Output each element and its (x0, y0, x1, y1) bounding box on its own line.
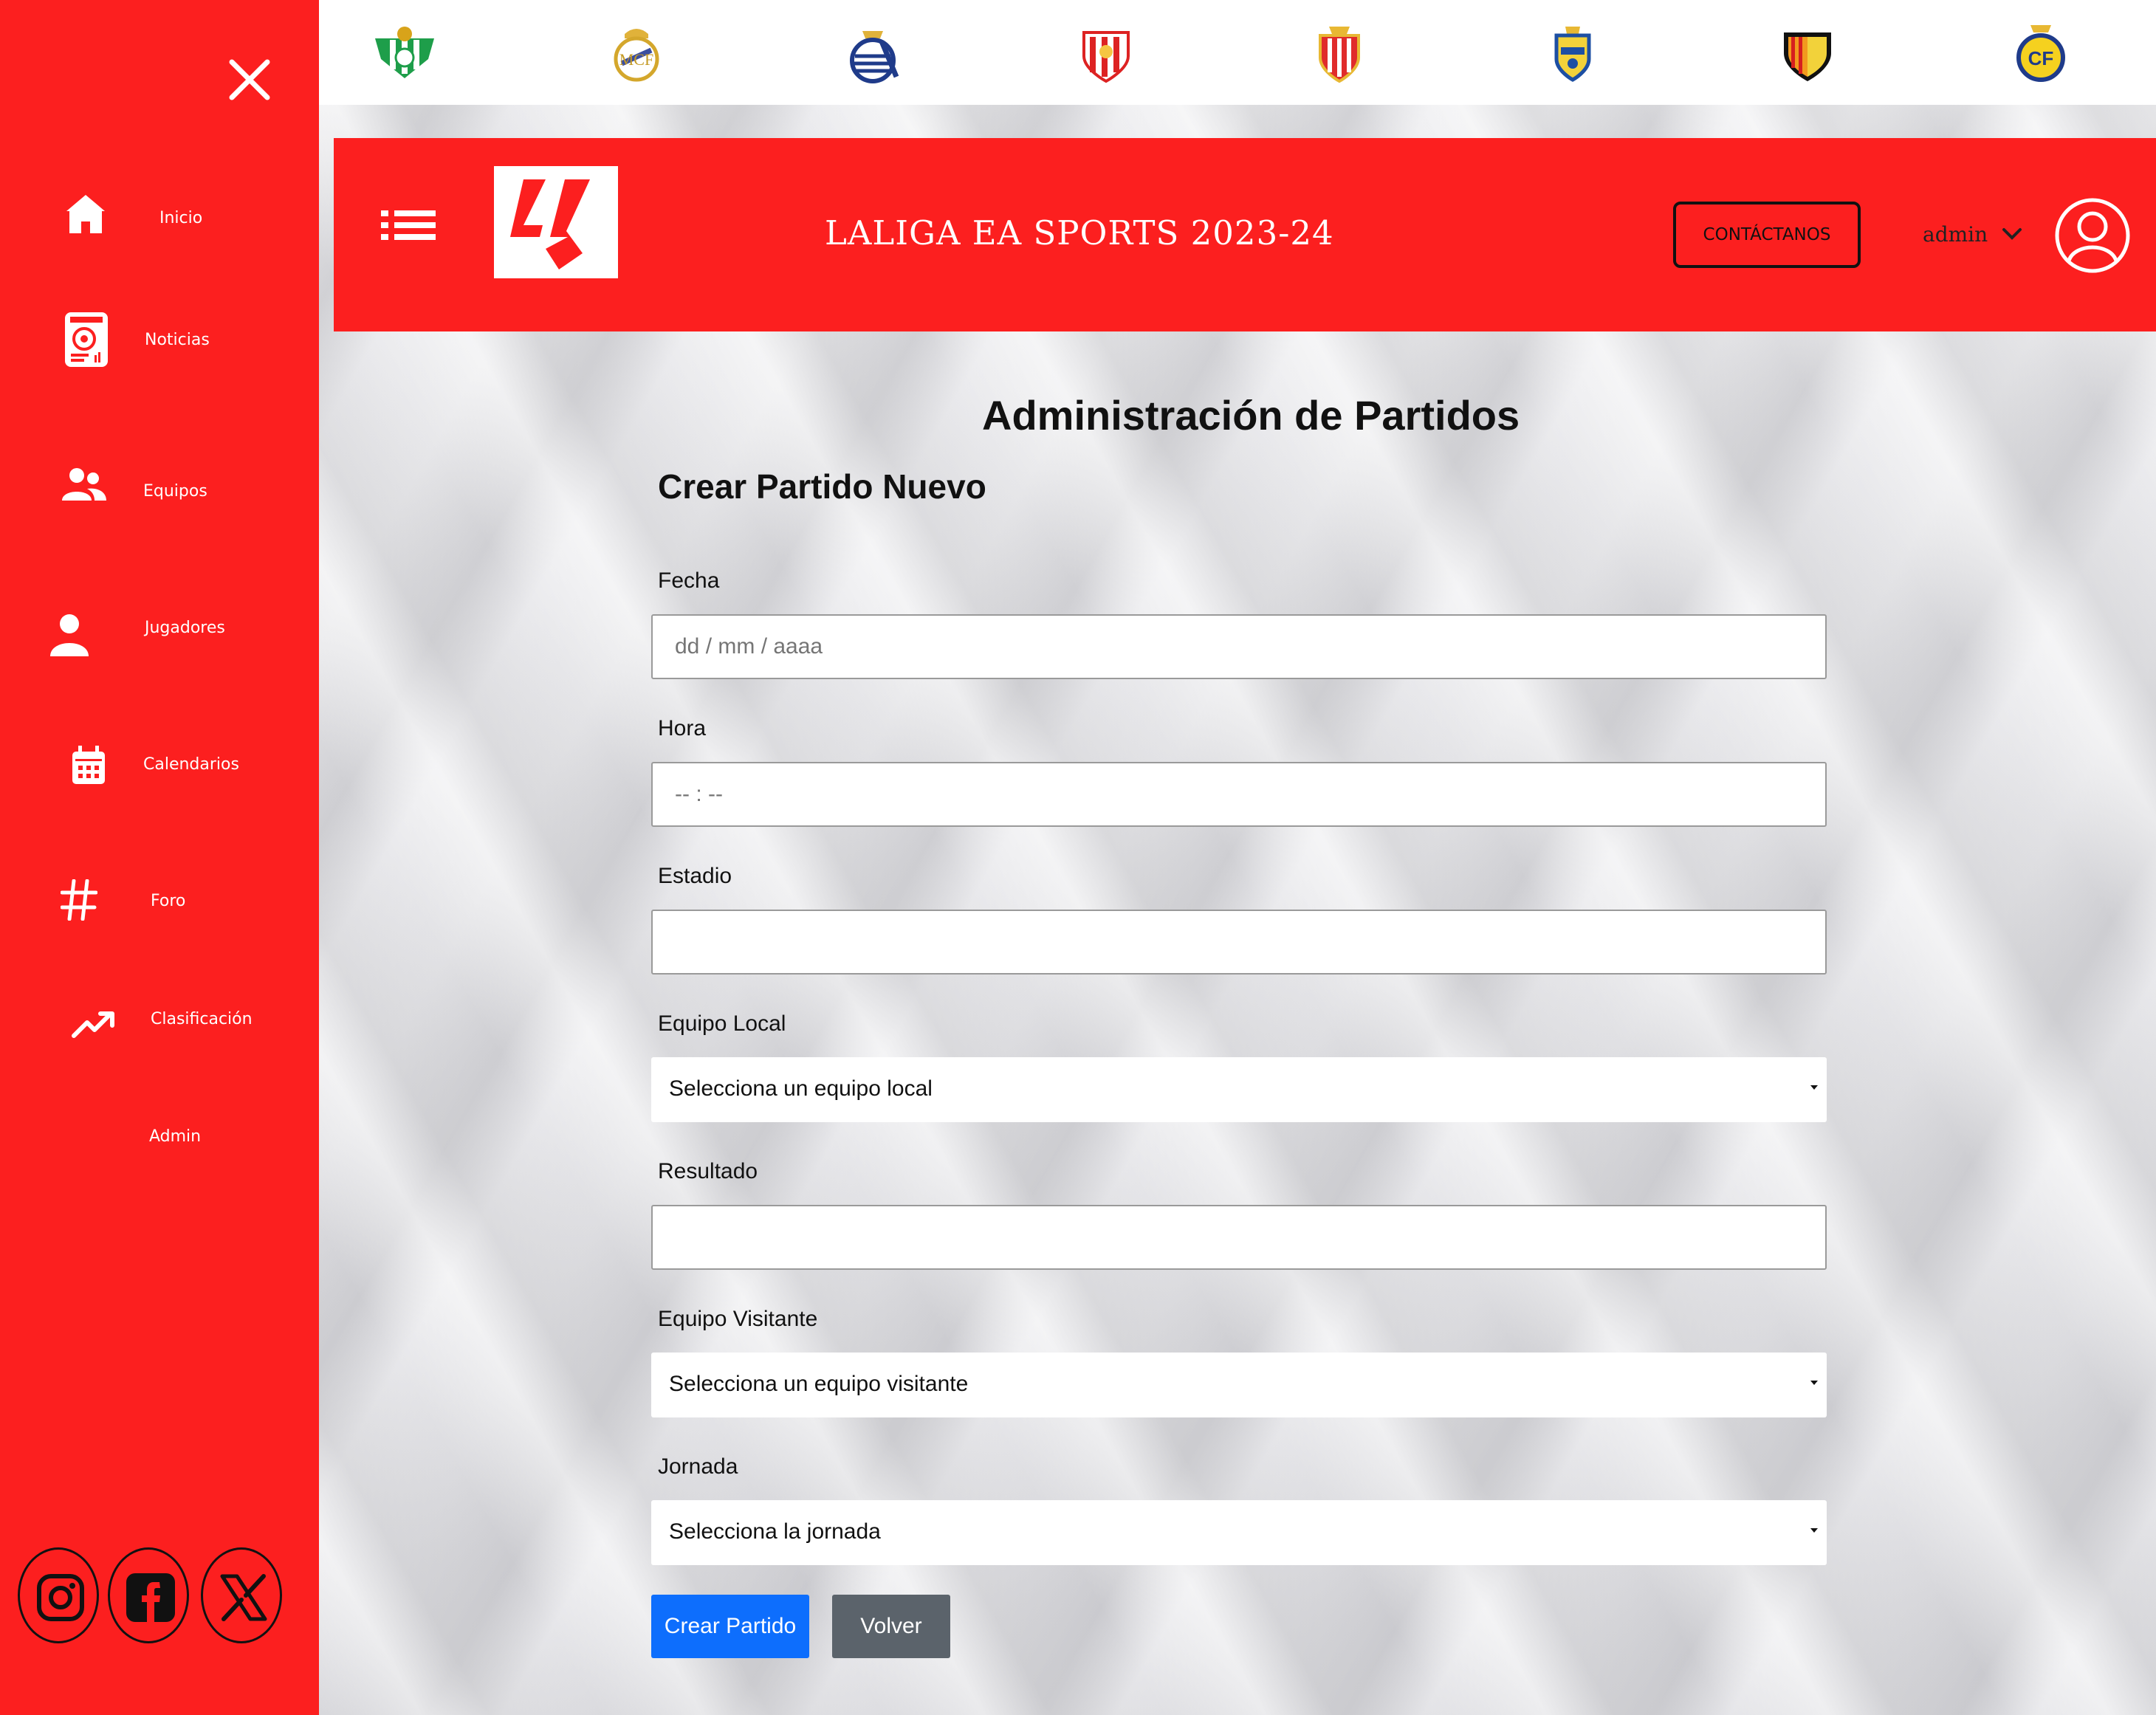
hashtag-icon (61, 879, 97, 921)
trending-up-icon (72, 1011, 114, 1038)
jornada-selected: Selecciona la jornada (669, 1519, 881, 1544)
club-logo-valencia[interactable] (1771, 22, 1844, 84)
username: admin (1923, 221, 1988, 247)
select-caret-icon (1810, 1085, 1818, 1090)
sidebar-item-inicio[interactable]: Inicio (0, 185, 319, 251)
page-title: Administración de Partidos (982, 392, 1520, 439)
sidebar-item-label: Noticias (145, 331, 210, 349)
sidebar-item-noticias[interactable]: Noticias (0, 306, 319, 373)
sidebar-item-label: Calendarios (143, 755, 239, 774)
contact-button[interactable]: CONTÁCTANOS (1673, 202, 1861, 268)
sidebar-item-clasificacion[interactable]: Clasificación (0, 986, 319, 1052)
sidebar-item-label: Equipos (143, 482, 207, 501)
jornada-label: Jornada (658, 1454, 738, 1479)
x-button[interactable] (201, 1547, 282, 1643)
sidebar-item-label: Inicio (159, 209, 203, 227)
facebook-button[interactable] (108, 1547, 189, 1643)
laliga-logo-icon (510, 179, 590, 269)
instagram-button[interactable] (18, 1547, 99, 1643)
main-header: LALIGA EA SPORTS 2023-24 CONTÁCTANOS adm… (334, 138, 2156, 331)
user-dropdown[interactable]: admin (1923, 212, 2023, 256)
equipo-local-select[interactable]: Selecciona un equipo local (651, 1057, 1827, 1122)
facebook-icon (126, 1573, 175, 1622)
equipo-local-selected: Selecciona un equipo local (669, 1076, 933, 1101)
club-logo-betis[interactable] (368, 22, 442, 84)
resultado-field[interactable] (651, 1205, 1827, 1270)
equipo-local-label: Equipo Local (658, 1011, 786, 1036)
x-icon (220, 1574, 267, 1621)
sidebar-item-equipos[interactable]: Equipos (0, 458, 319, 524)
home-icon (66, 195, 105, 233)
menu-toggle-button[interactable] (381, 206, 440, 252)
user-avatar[interactable] (2054, 197, 2131, 274)
chevron-down-icon (2002, 228, 2022, 240)
fecha-field[interactable] (651, 614, 1827, 679)
create-match-button[interactable]: Crear Partido (651, 1595, 809, 1658)
svg-text:CF: CF (2028, 47, 2054, 69)
club-logo-las-palmas[interactable] (1536, 22, 1610, 84)
club-logo-real-sociedad[interactable] (836, 22, 910, 84)
sidebar: Inicio Noticias Equipos Jugadores Calend… (0, 0, 319, 1715)
sidebar-item-label: Jugadores (145, 619, 225, 637)
sidebar-item-jugadores[interactable]: Jugadores (0, 594, 319, 661)
jornada-select[interactable]: Selecciona la jornada (651, 1500, 1827, 1565)
calendar-icon (72, 746, 105, 784)
user-circle-icon (2055, 198, 2130, 273)
select-caret-icon (1810, 1381, 1818, 1385)
sidebar-item-calendarios[interactable]: Calendarios (0, 731, 319, 797)
club-logo-real-madrid[interactable]: MCF (600, 22, 673, 84)
back-button[interactable]: Volver (832, 1595, 950, 1658)
fecha-label: Fecha (658, 568, 720, 593)
close-sidebar-button[interactable] (222, 52, 278, 108)
hora-field[interactable] (651, 762, 1827, 827)
instagram-icon (37, 1574, 84, 1621)
site-title: LALIGA EA SPORTS 2023-24 (825, 213, 1334, 252)
club-logos-strip: MCF CF (319, 0, 2156, 105)
estadio-field[interactable] (651, 910, 1827, 975)
resultado-label: Resultado (658, 1159, 758, 1183)
sidebar-item-label: Foro (151, 892, 186, 910)
person-icon (50, 614, 89, 656)
select-caret-icon (1810, 1528, 1818, 1533)
news-icon (65, 312, 108, 367)
club-logo-villarreal[interactable]: CF (2004, 22, 2078, 84)
sidebar-item-label: Clasificación (151, 1010, 253, 1028)
laliga-logo[interactable] (494, 166, 618, 278)
equipo-visitante-label: Equipo Visitante (658, 1307, 818, 1331)
team-icon (62, 468, 106, 501)
estadio-label: Estadio (658, 864, 732, 888)
close-icon (229, 59, 270, 100)
equipo-visitante-selected: Selecciona un equipo visitante (669, 1372, 969, 1396)
svg-text:MCF: MCF (619, 50, 653, 69)
sidebar-item-admin[interactable]: Admin (0, 1103, 319, 1169)
sidebar-item-label: Admin (149, 1127, 202, 1146)
list-menu-icon (381, 210, 436, 240)
club-logo-sevilla[interactable] (1069, 22, 1143, 84)
hora-label: Hora (658, 716, 707, 740)
section-title: Crear Partido Nuevo (658, 467, 986, 506)
equipo-visitante-select[interactable]: Selecciona un equipo visitante (651, 1353, 1827, 1417)
club-logo-almeria[interactable] (1302, 22, 1376, 84)
sidebar-item-foro[interactable]: Foro (0, 867, 319, 934)
